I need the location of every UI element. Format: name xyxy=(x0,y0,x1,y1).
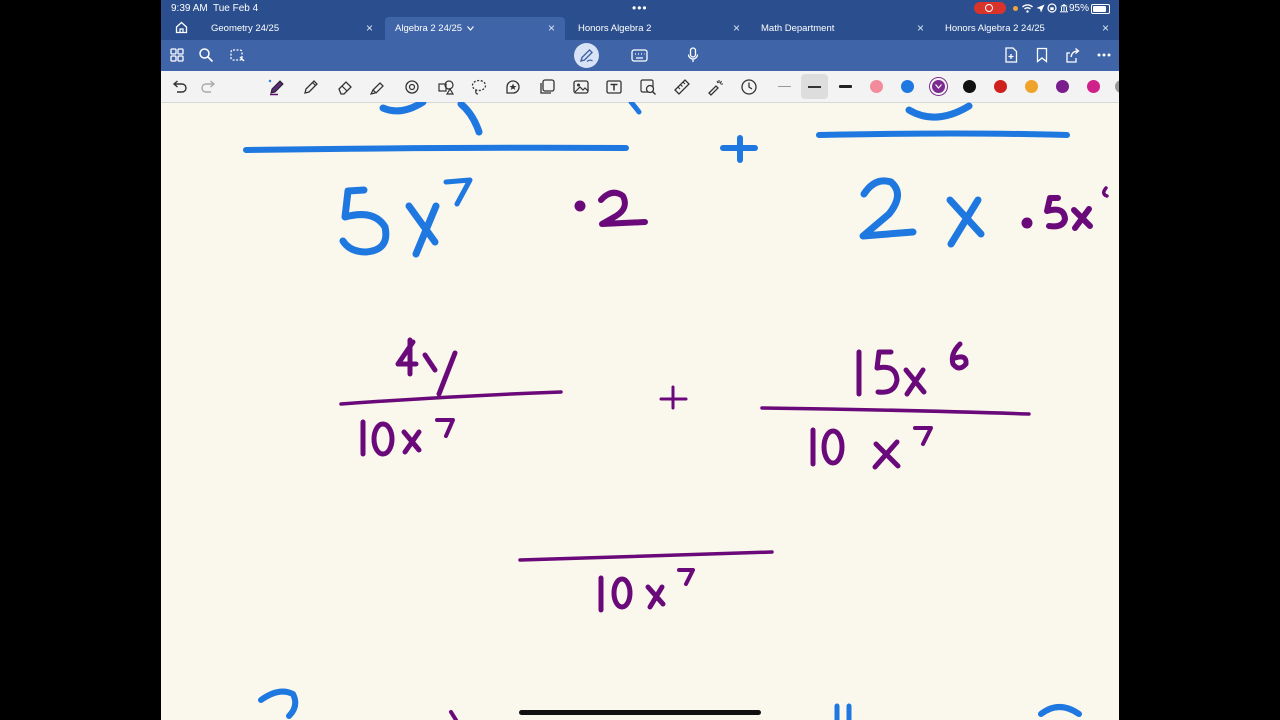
app-bar xyxy=(161,40,1119,71)
chevron-down-icon[interactable] xyxy=(467,26,474,31)
multitasking-dots[interactable]: ••• xyxy=(632,1,648,15)
undo-icon[interactable] xyxy=(170,78,188,96)
color-swatch-orange[interactable] xyxy=(1025,80,1038,93)
status-bar: 9:39 AM Tue Feb 4 ••• 95% xyxy=(161,0,1119,17)
wifi-icon xyxy=(1022,4,1033,13)
battery-percent: 95% xyxy=(1069,3,1090,14)
lasso-select-icon[interactable] xyxy=(229,47,245,63)
sticker-icon[interactable] xyxy=(504,78,522,96)
tab-algebra-2[interactable]: Algebra 2 24/25 × xyxy=(385,17,565,40)
institution-icon xyxy=(1060,4,1068,13)
more-icon[interactable] xyxy=(1097,53,1111,57)
color-swatch-pink[interactable] xyxy=(870,80,883,93)
lasso-pen-icon[interactable] xyxy=(268,78,286,96)
pen-mode-button[interactable] xyxy=(574,43,599,68)
lasso-icon[interactable] xyxy=(470,78,488,96)
purple-ink-row1 xyxy=(574,186,1109,231)
shapes-icon[interactable] xyxy=(437,78,455,96)
highlighter-icon[interactable] xyxy=(369,78,387,96)
clock-icon[interactable] xyxy=(740,78,758,96)
color-swatch-black[interactable] xyxy=(963,80,976,93)
copy-icon[interactable] xyxy=(538,78,556,96)
pen-mode-icon xyxy=(579,49,593,63)
color-swatch-red[interactable] xyxy=(994,80,1007,93)
pencil-icon[interactable] xyxy=(302,78,320,96)
note-canvas[interactable] xyxy=(161,102,1119,720)
battery-icon xyxy=(1091,4,1110,14)
home-icon[interactable] xyxy=(175,21,188,34)
microphone-icon[interactable] xyxy=(687,47,699,63)
grid-icon[interactable] xyxy=(169,47,185,63)
blue-ink-row1 xyxy=(243,102,1070,258)
tab-close-icon[interactable]: × xyxy=(917,21,924,35)
shape-icon[interactable] xyxy=(403,78,421,96)
color-swatch-more[interactable] xyxy=(1115,80,1119,93)
color-swatch-blue[interactable] xyxy=(901,80,914,93)
stroke-thick-option[interactable] xyxy=(839,85,852,88)
bookmark-icon[interactable] xyxy=(1036,47,1048,63)
chevron-down-icon xyxy=(935,84,942,89)
redo-icon[interactable] xyxy=(200,78,218,96)
home-indicator[interactable] xyxy=(519,710,761,715)
text-box-icon[interactable] xyxy=(605,78,623,96)
tab-close-icon[interactable]: × xyxy=(733,21,740,35)
tab-geometry[interactable]: Geometry 24/25 × xyxy=(201,17,383,40)
search-icon[interactable] xyxy=(198,47,214,63)
tab-honors-algebra-2-2425[interactable]: Honors Algebra 2 24/25 × xyxy=(935,17,1119,40)
purple-ink-row2 xyxy=(339,337,1031,470)
lock-rotation-icon xyxy=(1047,3,1057,13)
eraser-icon[interactable] xyxy=(336,78,354,96)
share-icon[interactable] xyxy=(1065,47,1080,63)
add-page-icon[interactable] xyxy=(1004,47,1018,63)
location-icon xyxy=(1036,4,1045,13)
tab-honors-algebra-2[interactable]: Honors Algebra 2 × xyxy=(568,17,750,40)
purple-ink-row3 xyxy=(518,550,774,613)
mic-indicator-icon xyxy=(1013,6,1018,11)
laser-pointer-icon[interactable] xyxy=(707,78,725,96)
screen-recording-icon[interactable] xyxy=(974,2,1006,14)
scan-icon[interactable] xyxy=(639,78,657,96)
stroke-medium-option[interactable] xyxy=(801,74,828,99)
status-date: Tue Feb 4 xyxy=(213,3,259,14)
tab-close-icon[interactable]: × xyxy=(1102,21,1109,35)
image-icon[interactable] xyxy=(572,78,590,96)
stroke-thin-option[interactable] xyxy=(778,86,791,87)
ipad-screen: 9:39 AM Tue Feb 4 ••• 95% Geometry 24/25… xyxy=(161,0,1119,720)
color-swatch-magenta[interactable] xyxy=(1087,80,1100,93)
ink-row4-partial xyxy=(258,688,1082,720)
keyboard-icon[interactable] xyxy=(631,49,648,62)
drawing-toolbar xyxy=(161,71,1119,103)
color-swatch-violet[interactable] xyxy=(1056,80,1069,93)
tab-math-department[interactable]: Math Department × xyxy=(751,17,934,40)
tab-close-icon[interactable]: × xyxy=(366,21,373,35)
tab-close-icon[interactable]: × xyxy=(548,21,555,35)
status-time: 9:39 AM xyxy=(171,3,208,14)
ruler-icon[interactable] xyxy=(673,78,691,96)
tab-bar: Geometry 24/25 × Algebra 2 24/25 × Honor… xyxy=(161,17,1119,40)
color-swatch-purple-selected[interactable] xyxy=(932,80,945,93)
